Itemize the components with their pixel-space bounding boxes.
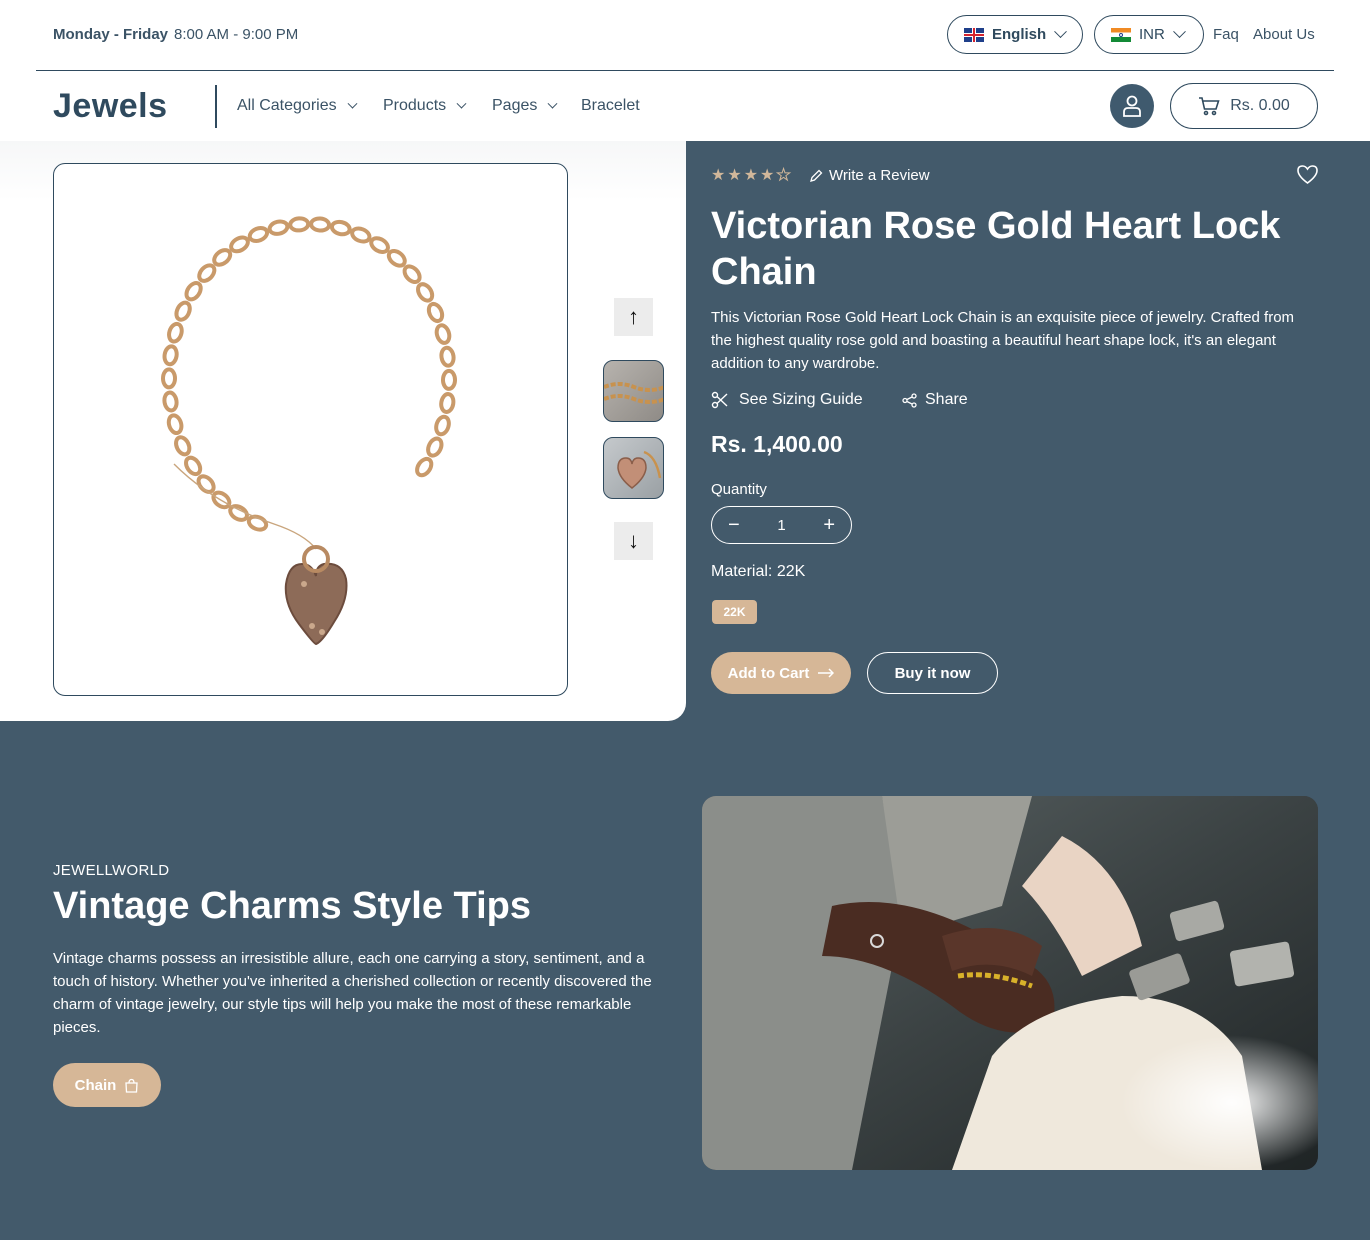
business-days: Monday - Friday xyxy=(53,26,169,43)
nav-divider xyxy=(215,85,217,128)
decrement-button[interactable]: − xyxy=(728,515,740,535)
chevron-down-icon xyxy=(1054,25,1068,39)
cart-button[interactable]: Rs. 0.00 xyxy=(1170,83,1318,129)
scissors-icon xyxy=(711,391,728,409)
shopping-bag-icon xyxy=(125,1078,139,1093)
thumbnail-down-button[interactable]: ↓ xyxy=(614,522,653,560)
wishlist-button[interactable] xyxy=(1296,164,1319,190)
account-button[interactable] xyxy=(1110,84,1154,128)
nav-item-products[interactable]: Products xyxy=(383,97,467,115)
thumbnail-chain-closeup[interactable] xyxy=(603,360,664,422)
star-empty-icon: ★ xyxy=(776,167,791,184)
nav-item-label: Products xyxy=(383,97,447,114)
chain-button[interactable]: Chain xyxy=(53,1063,161,1107)
share-icon xyxy=(902,392,917,408)
product-main-image[interactable] xyxy=(53,163,568,696)
business-time: 8:00 AM - 9:00 PM xyxy=(174,26,299,43)
nav-item-all-categories[interactable]: All Categories xyxy=(237,97,358,115)
star-filled-icon: ★ xyxy=(727,167,742,184)
quantity-label: Quantity xyxy=(711,481,767,498)
business-hours: Monday - Friday 8:00 AM - 9:00 PM xyxy=(53,26,298,43)
buy-now-button[interactable]: Buy it now xyxy=(867,652,998,694)
product-rating: ★ ★ ★ ★ ★ xyxy=(711,167,793,184)
share-label: Share xyxy=(925,391,968,408)
material-option-chip[interactable]: 22K xyxy=(712,600,757,624)
share-link[interactable]: Share xyxy=(902,391,968,409)
add-to-cart-button[interactable]: Add to Cart xyxy=(711,652,851,694)
quantity-value[interactable]: 1 xyxy=(777,517,785,534)
star-filled-icon: ★ xyxy=(743,167,759,184)
sizing-guide-label: See Sizing Guide xyxy=(739,391,863,408)
heart-lock-image xyxy=(617,450,662,489)
heart-icon xyxy=(1297,165,1318,184)
main-nav: Jewels All Categories Products Pages Bra… xyxy=(0,71,1370,141)
india-flag-icon xyxy=(1111,27,1131,42)
blog-text: Vintage charms possess an irresistible a… xyxy=(53,950,652,1036)
site-logo[interactable]: Jewels xyxy=(53,87,168,126)
write-review-link[interactable]: Write a Review xyxy=(809,167,930,184)
chain-button-label: Chain xyxy=(74,1076,117,1094)
jeweler-photo xyxy=(702,796,1318,1170)
about-us-link[interactable]: About Us xyxy=(1253,26,1315,43)
uk-flag-icon xyxy=(964,27,984,42)
chevron-down-icon xyxy=(547,98,558,109)
quantity-stepper: − 1 + xyxy=(711,506,852,544)
material-info: Material: 22K xyxy=(711,563,805,581)
product-description: This Victorian Rose Gold Heart Lock Chai… xyxy=(711,309,1295,372)
nav-item-label: All Categories xyxy=(237,97,337,114)
blog-image-bracelet-fitting xyxy=(702,796,1318,1170)
top-bar: Monday - Friday 8:00 AM - 9:00 PM English… xyxy=(0,0,1370,70)
material-label: Material: xyxy=(711,563,773,580)
faq-link[interactable]: Faq xyxy=(1213,26,1239,43)
arrow-down-icon: ↓ xyxy=(628,528,639,553)
blog-kicker: JEWELLWORLD xyxy=(53,862,170,879)
arrow-right-icon xyxy=(818,668,835,678)
thumbnail-up-button[interactable]: ↑ xyxy=(614,298,653,336)
currency-selector[interactable]: INR xyxy=(1094,15,1204,54)
thumbnail-heart-lock[interactable] xyxy=(603,437,664,499)
product-price: Rs. 1,400.00 xyxy=(711,431,843,457)
write-review-label: Write a Review xyxy=(829,167,930,184)
currency-label: INR xyxy=(1139,26,1165,43)
blog-title: Vintage Charms Style Tips xyxy=(53,885,531,927)
language-selector[interactable]: English xyxy=(947,15,1083,54)
user-icon xyxy=(1123,95,1141,117)
nav-item-label: Bracelet xyxy=(581,97,640,114)
star-filled-icon: ★ xyxy=(760,167,775,184)
chain-closeup-image xyxy=(604,382,663,404)
increment-button[interactable]: + xyxy=(823,515,835,535)
bracelet-image xyxy=(160,216,458,646)
add-to-cart-label: Add to Cart xyxy=(727,664,810,682)
nav-item-label: Pages xyxy=(492,97,538,114)
cart-total: Rs. 0.00 xyxy=(1230,97,1290,114)
sizing-guide-link[interactable]: See Sizing Guide xyxy=(711,391,863,409)
chevron-down-icon xyxy=(1172,25,1186,39)
star-filled-icon: ★ xyxy=(711,167,726,184)
arrow-up-icon: ↑ xyxy=(628,304,639,329)
nav-item-bracelet[interactable]: Bracelet xyxy=(581,97,640,115)
product-title: Victorian Rose Gold Heart Lock Chain xyxy=(711,205,1281,293)
pencil-icon xyxy=(810,169,823,182)
chevron-down-icon xyxy=(456,98,467,109)
language-label: English xyxy=(992,26,1047,43)
cart-icon xyxy=(1199,97,1220,116)
chevron-down-icon xyxy=(347,98,358,109)
nav-item-pages[interactable]: Pages xyxy=(492,97,558,115)
material-value: 22K xyxy=(776,563,806,580)
